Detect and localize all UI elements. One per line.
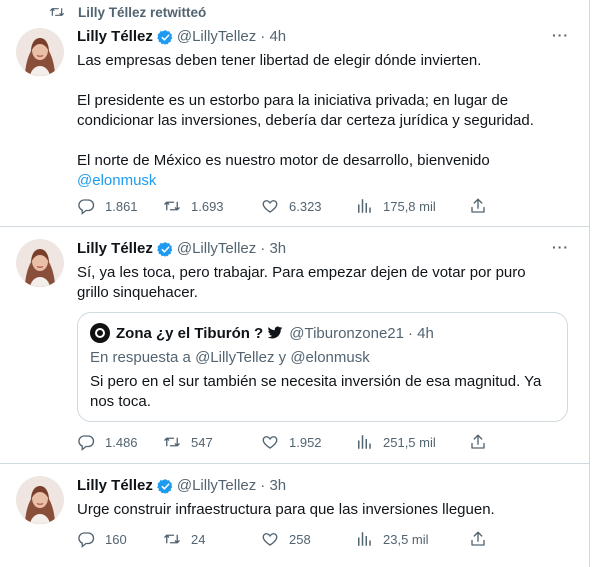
views-icon	[355, 197, 373, 215]
retweet-button[interactable]: 547	[163, 433, 261, 451]
tweet-content: Lilly Téllez @LillyTellez · 4h ··· Las e…	[77, 27, 573, 191]
like-icon	[261, 530, 279, 548]
retweet-label: Lilly Téllez retwitteó	[78, 4, 207, 20]
author-handle[interactable]: @LillyTellez	[177, 239, 256, 259]
retweet-icon	[163, 433, 181, 451]
retweet-context[interactable]: Lilly Téllez retwitteó	[48, 4, 206, 20]
tweet[interactable]: Lilly Téllez retwitteó Lilly Téllez @Lil…	[0, 0, 589, 227]
quote-header: Zona ¿y el Tiburón ? @Tiburonzone21 · 4h	[90, 323, 555, 343]
tweet-actions: 160 24 258 23,5 mil	[77, 530, 497, 548]
share-button[interactable]	[469, 433, 487, 451]
tweet-content: Lilly Téllez @LillyTellez · 3h ··· Sí, y…	[77, 239, 573, 303]
reply-context: En respuesta a @LillyTellez y @elonmusk	[90, 349, 370, 366]
retweet-count: 547	[191, 434, 213, 450]
tweet[interactable]: Lilly Téllez @LillyTellez · 3h Urge cons…	[0, 464, 589, 567]
retweet-icon	[48, 4, 66, 20]
views-button[interactable]: 175,8 mil	[355, 197, 469, 215]
retweet-button[interactable]: 1.693	[163, 197, 261, 215]
avatar[interactable]	[16, 476, 64, 524]
author-name[interactable]: Lilly Téllez	[77, 476, 153, 496]
like-icon	[261, 433, 279, 451]
views-count: 175,8 mil	[383, 198, 436, 214]
reply-count: 1.486	[105, 434, 138, 450]
like-button[interactable]: 6.323	[261, 197, 355, 215]
tweet-content: Lilly Téllez @LillyTellez · 3h Urge cons…	[77, 476, 573, 520]
verified-badge-icon	[157, 241, 174, 258]
quote-avatar[interactable]	[90, 323, 110, 343]
tweet-text: Sí, ya les toca, pero trabajar. Para emp…	[77, 264, 526, 301]
quote-text: Si pero en el sur también se necesita in…	[90, 373, 542, 410]
views-count: 23,5 mil	[383, 531, 429, 547]
tweet-time[interactable]: · 3h	[260, 239, 286, 259]
views-icon	[355, 530, 373, 548]
reply-icon	[77, 197, 95, 215]
share-icon	[469, 530, 487, 548]
share-icon	[469, 433, 487, 451]
avatar[interactable]	[16, 28, 64, 76]
like-button[interactable]: 1.952	[261, 433, 355, 451]
author-name[interactable]: Lilly Téllez	[77, 27, 153, 47]
verified-badge-icon	[157, 29, 174, 46]
tweet-header: Lilly Téllez @LillyTellez · 3h	[77, 476, 573, 496]
views-button[interactable]: 23,5 mil	[355, 530, 469, 548]
retweet-icon	[163, 530, 181, 548]
mention-link[interactable]: @elonmusk	[77, 172, 156, 189]
tweet-text: Las empresas deben tener libertad de ele…	[77, 51, 573, 191]
reply-count: 160	[105, 531, 127, 547]
author-name[interactable]: Lilly Téllez	[77, 239, 153, 259]
retweet-count: 1.693	[191, 198, 224, 214]
reply-icon	[77, 433, 95, 451]
tweet-actions: 1.861 1.693 6.323 175,8 mil	[77, 197, 497, 215]
avatar[interactable]	[16, 239, 64, 287]
like-count: 6.323	[289, 198, 322, 214]
reply-button[interactable]: 1.861	[77, 197, 163, 215]
tweet[interactable]: Lilly Téllez @LillyTellez · 3h ··· Sí, y…	[0, 227, 589, 464]
reply-icon	[77, 530, 95, 548]
share-button[interactable]	[469, 530, 487, 548]
quote-author-name[interactable]: Zona ¿y el Tiburón ?	[116, 325, 263, 342]
author-handle[interactable]: @LillyTellez	[177, 476, 256, 496]
tweet-text: Urge construir infraestructura para que …	[77, 501, 495, 518]
more-options-button[interactable]: ···	[552, 239, 569, 255]
tweet-header: Lilly Téllez @LillyTellez · 4h	[77, 27, 573, 47]
tweet-actions: 1.486 547 1.952 251,5 mil	[77, 433, 497, 451]
like-icon	[261, 197, 279, 215]
retweet-icon	[163, 197, 181, 215]
quote-author-handle[interactable]: @Tiburonzone21	[289, 325, 404, 342]
author-handle[interactable]: @LillyTellez	[177, 27, 256, 47]
like-count: 1.952	[289, 434, 322, 450]
retweet-count: 24	[191, 531, 206, 547]
like-count: 258	[289, 531, 311, 547]
more-options-button[interactable]: ···	[552, 27, 569, 43]
views-icon	[355, 433, 373, 451]
reply-button[interactable]: 160	[77, 530, 163, 548]
views-button[interactable]: 251,5 mil	[355, 433, 469, 451]
reply-count: 1.861	[105, 198, 138, 214]
retweet-button[interactable]: 24	[163, 530, 261, 548]
tweet-paragraph: Las empresas deben tener libertad de ele…	[77, 52, 482, 69]
verified-badge-icon	[157, 478, 174, 495]
like-button[interactable]: 258	[261, 530, 355, 548]
tweet-time[interactable]: · 4h	[260, 27, 286, 47]
quoted-tweet[interactable]: Zona ¿y el Tiburón ? @Tiburonzone21 · 4h…	[77, 312, 568, 422]
twitter-bird-icon	[267, 326, 283, 339]
tweet-time[interactable]: · 3h	[260, 476, 286, 496]
share-button[interactable]	[469, 197, 487, 215]
reply-button[interactable]: 1.486	[77, 433, 163, 451]
tweet-paragraph: El norte de México es nuestro motor de d…	[77, 152, 490, 169]
quote-time[interactable]: · 4h	[408, 325, 434, 342]
tweet-header: Lilly Téllez @LillyTellez · 3h	[77, 239, 573, 259]
views-count: 251,5 mil	[383, 434, 436, 450]
tweet-paragraph: El presidente es un estorbo para la inic…	[77, 92, 534, 129]
share-icon	[469, 197, 487, 215]
timeline: Lilly Téllez retwitteó Lilly Téllez @Lil…	[0, 0, 590, 567]
